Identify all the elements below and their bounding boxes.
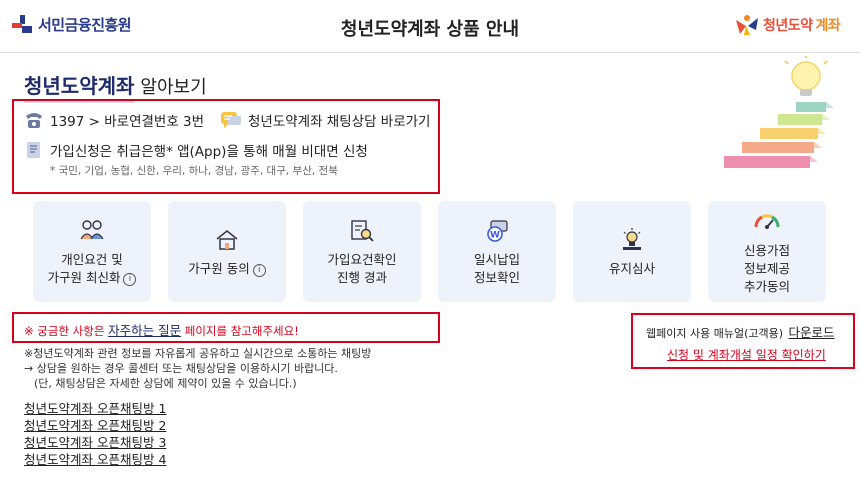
document-icon (27, 142, 40, 158)
family-icon (80, 219, 104, 239)
stairs-lightbulb-illustration (724, 56, 834, 168)
section-title-sub: 알아보기 (140, 77, 207, 98)
tile-lump-line2: 정보확인 (473, 269, 520, 285)
youth-account-logo[interactable]: 청년도약 계좌 (734, 14, 841, 36)
gauge-icon (754, 213, 780, 229)
tile-eligibility-line2: 진행 경과 (337, 269, 387, 285)
svg-text:W: W (490, 230, 500, 240)
manual-download-link[interactable]: 다운로드 (789, 325, 835, 340)
tile-personal-requirements[interactable]: 개인요건 및 가구원 최신화 i (33, 201, 151, 302)
apply-row: 가입신청은 취급은행* 앱(App)을 통해 매월 비대면 신청 (24, 140, 368, 160)
tile-credit-points-consent[interactable]: 신용가점 정보제공 추가동의 (708, 201, 826, 302)
open-chat-link-3[interactable]: 청년도약계좌 오픈채팅방 3 (24, 434, 166, 451)
tile-credit-line2: 정보제공 (743, 260, 790, 276)
won-coin-icon: W (487, 219, 508, 242)
chat-room-note-3: (단, 채팅상담은 자세한 상담에 제약이 있을 수 있습니다.) (34, 377, 297, 390)
manual-text: 웹페이지 사용 매뉴얼(고객용) (646, 327, 784, 340)
chat-room-note-2: → 상담을 원하는 경우 콜센터 또는 채팅상담을 이용하시기 바랍니다. (24, 362, 338, 375)
manual-row: 웹페이지 사용 매뉴얼(고객용) 다운로드 (646, 322, 835, 341)
open-chat-link-1[interactable]: 청년도약계좌 오픈채팅방 1 (24, 400, 166, 417)
house-icon (216, 229, 238, 250)
chat-bubble-icon (221, 112, 241, 128)
tile-household-consent[interactable]: 가구원 동의 i (168, 201, 286, 302)
chat-room-note-1: ※청년도약계좌 관련 정보를 자유롭게 공유하고 실시간으로 소통하는 채팅방 (24, 347, 372, 360)
info-icon[interactable]: i (123, 272, 137, 286)
schedule-link[interactable]: 신청 및 계좌개설 일정 확인하기 (667, 346, 826, 363)
phone-text: 1397 > 바로연결번호 3번 (50, 114, 205, 130)
lamp-icon (623, 227, 641, 250)
tile-personal-line1: 개인요건 및 (61, 251, 123, 267)
tile-maintenance-line1: 유지심사 (608, 260, 655, 276)
faq-text: ※ 궁금한 사항은 자주하는 질문 페이지를 참고해주세요! (24, 320, 299, 339)
tile-eligibility-line1: 가입요건확인 (327, 251, 397, 267)
tile-lump-sum-info[interactable]: W 일시납입 정보확인 (438, 201, 556, 302)
youth-account-logo-icon (736, 15, 758, 35)
youth-account-logo-text1: 청년도약 (763, 18, 813, 34)
banks-note: * 국민, 기업, 농협, 신한, 우리, 하나, 경남, 광주, 대구, 부산… (50, 165, 338, 177)
page-title: 청년도약계좌 상품 안내 (340, 19, 520, 40)
tile-eligibility-progress[interactable]: 가입요건확인 진행 경과 (303, 201, 421, 302)
open-chat-list: 청년도약계좌 오픈채팅방 1 청년도약계좌 오픈채팅방 2 청년도약계좌 오픈채… (24, 400, 166, 468)
chat-consult-link[interactable]: 청년도약계좌 채팅상담 바로가기 (220, 110, 430, 130)
youth-account-logo-text2: 계좌 (815, 18, 841, 34)
faq-suffix: 페이지를 참고해주세요! (184, 324, 299, 338)
info-icon[interactable]: i (252, 263, 266, 277)
chat-consult-label: 청년도약계좌 채팅상담 바로가기 (248, 114, 431, 130)
tile-credit-line3: 추가동의 (743, 278, 790, 294)
apply-text: 가입신청은 취급은행* 앱(App)을 통해 매월 비대면 신청 (50, 144, 368, 160)
tile-personal-line2: 가구원 최신화 (47, 269, 121, 285)
faq-link[interactable]: 자주하는 질문 (108, 323, 181, 338)
faq-prefix: ※ 궁금한 사항은 (24, 324, 105, 338)
open-chat-link-4[interactable]: 청년도약계좌 오픈채팅방 4 (24, 451, 166, 468)
phone-icon (26, 113, 42, 128)
phone-row: 1397 > 바로연결번호 3번 (24, 110, 204, 130)
open-chat-link-2[interactable]: 청년도약계좌 오픈채팅방 2 (24, 417, 166, 434)
tile-maintenance-review[interactable]: 유지심사 (573, 201, 691, 302)
tile-lump-line1: 일시납입 (473, 251, 520, 267)
document-search-icon (351, 219, 374, 242)
tile-credit-line1: 신용가점 (743, 242, 790, 258)
tile-household-line1: 가구원 동의 (188, 260, 250, 276)
